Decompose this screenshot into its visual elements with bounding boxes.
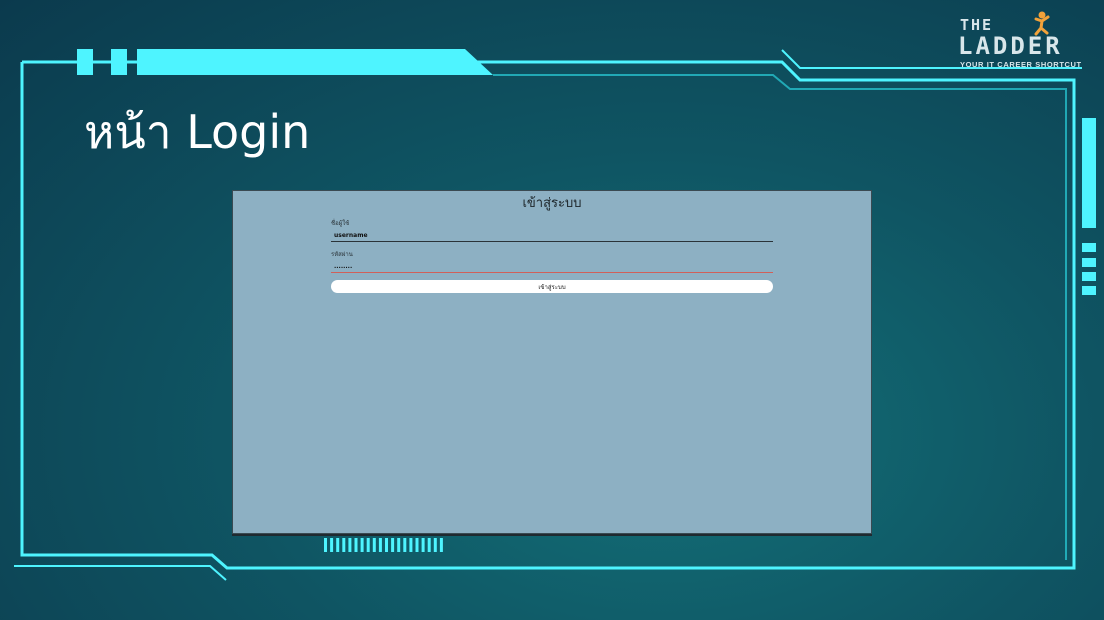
login-screenshot-panel: เข้าสู่ระบบ ชื่อผู้ใช้ รหัสผ่าน เข้าสู่ร… [232, 190, 872, 534]
password-input[interactable] [331, 261, 773, 273]
frame-bottom-tick [427, 538, 431, 552]
frame-right-tick-3 [1082, 272, 1096, 281]
frame-bottom-tick [385, 538, 388, 552]
username-label: ชื่อผู้ใช้ [331, 220, 350, 227]
logo-tagline: YOUR IT CAREER SHORTCUT [960, 60, 1082, 69]
frame-bottom-tick [378, 538, 382, 552]
frame-bottom-tick [439, 538, 443, 552]
frame-bottom-left-line [14, 565, 227, 581]
frame-right-bar [1082, 118, 1096, 228]
frame-bottom-tick [324, 538, 327, 552]
frame-bottom-tick [415, 538, 419, 552]
frame-bottom-tick [372, 538, 376, 552]
frame-bottom-tick [403, 538, 407, 552]
frame-bottom-tick [360, 538, 364, 552]
frame-bottom-tick [433, 538, 437, 552]
frame-bottom-tick [336, 538, 340, 552]
username-input[interactable] [331, 230, 773, 242]
frame-bottom-tick [330, 538, 334, 552]
password-label: รหัสผ่าน [331, 251, 353, 258]
frame-right-tick-4 [1082, 286, 1096, 295]
frame-bottom-tick [342, 538, 346, 552]
login-submit-button[interactable]: เข้าสู่ระบบ [331, 280, 773, 293]
frame-bottom-tick [366, 538, 370, 552]
frame-bottom-tick [354, 538, 358, 552]
the-ladder-logo: THE LADDER YOUR IT CAREER SHORTCUT [958, 10, 1088, 72]
frame-right-tick-1 [1082, 243, 1096, 252]
login-heading: เข้าสู่ระบบ [522, 196, 582, 211]
frame-bottom-tick [397, 538, 401, 552]
frame-bottom-tick [348, 538, 352, 552]
logo-line-2: LADDER [958, 32, 1063, 60]
frame-bottom-tick [391, 538, 395, 552]
slide-title: หน้า Login [84, 105, 311, 159]
frame-bottom-tick [409, 538, 413, 552]
frame-bottom-tick [421, 538, 425, 552]
frame-bottom-ticks [324, 538, 443, 552]
frame-right-tick-2 [1082, 258, 1096, 267]
